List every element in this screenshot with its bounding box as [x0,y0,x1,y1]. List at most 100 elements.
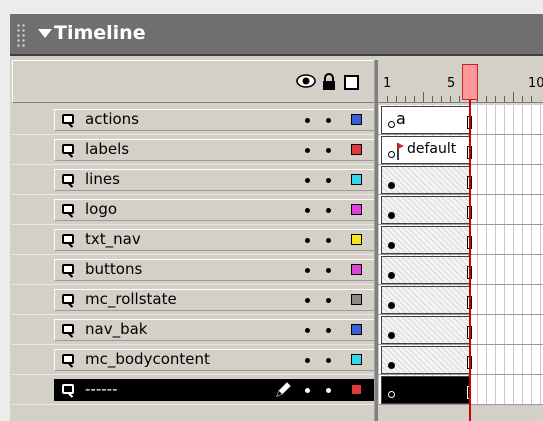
eye-icon[interactable] [296,71,316,91]
visibility-dot[interactable] [305,328,310,333]
ruler-label: 1 [383,76,392,91]
layer-name[interactable]: mc_bodycontent [85,350,210,368]
keyframe[interactable] [388,182,395,189]
layer-name[interactable]: labels [85,140,129,158]
lock-dot[interactable] [326,208,331,213]
visibility-dot[interactable] [305,298,310,303]
lock-dot[interactable] [326,298,331,303]
frame-span[interactable] [381,166,472,194]
lock-dot[interactable] [326,118,331,123]
frame-span[interactable] [381,256,472,284]
frame-span[interactable] [381,196,472,224]
outline-icon[interactable] [344,75,359,90]
keyframe[interactable] [388,272,395,279]
visibility-dot[interactable] [305,238,310,243]
keyframe[interactable] [388,242,395,249]
lock-dot[interactable] [326,238,331,243]
lock-dot[interactable] [326,148,331,153]
keyframe-empty[interactable] [388,391,395,398]
layer-name[interactable]: buttons [85,260,142,278]
frame-span[interactable] [381,226,472,254]
frame-row[interactable] [378,255,543,285]
lock-dot[interactable] [326,178,331,183]
collapse-arrow-icon[interactable] [38,29,52,38]
ruler-tick [522,96,523,102]
ruler-tick [396,96,397,102]
layer-row[interactable]: mc_rollstate [12,285,380,315]
outline-color-swatch[interactable] [351,114,362,125]
outline-color-swatch[interactable] [351,324,362,335]
frame-ruler[interactable]: 1 5 10 [378,60,543,103]
frame-row[interactable] [378,195,543,225]
layer-row[interactable]: mc_bodycontent [12,345,380,375]
visibility-dot[interactable] [305,268,310,273]
frame-row[interactable] [378,315,543,345]
timeline-panel: Timeline 1 5 10 actions labels lines log… [0,0,543,421]
frame-row[interactable] [378,225,543,255]
layer-icon [62,324,74,334]
ruler-tick [423,92,424,102]
visibility-dot[interactable] [305,388,310,393]
lock-dot[interactable] [326,388,331,393]
ruler-tick [495,96,496,102]
layer-name[interactable]: lines [85,170,120,188]
frame-span[interactable] [381,286,472,314]
outline-color-swatch[interactable] [351,294,362,305]
frame-row[interactable] [378,285,543,315]
outline-color-swatch[interactable] [351,234,362,245]
layer-row[interactable]: buttons [12,255,380,285]
layer-icon [62,354,74,364]
visibility-dot[interactable] [305,208,310,213]
panel-grip-icon[interactable] [16,23,26,47]
outline-color-swatch[interactable] [351,204,362,215]
frame-row[interactable] [378,375,543,405]
lock-dot[interactable] [326,328,331,333]
layer-name[interactable]: logo [85,200,117,218]
keyframe-empty[interactable] [388,151,395,158]
keyframe[interactable] [388,212,395,219]
keyframe[interactable] [388,302,395,309]
layer-row[interactable]: actions [12,105,380,135]
layer-name[interactable]: actions [85,110,139,128]
frame-row[interactable] [378,165,543,195]
layer-row[interactable]: lines [12,165,380,195]
layer-row[interactable]: txt_nav [12,225,380,255]
frame-span[interactable]: a [381,106,472,134]
outline-color-swatch[interactable] [351,354,362,365]
lock-dot[interactable] [326,268,331,273]
outline-color-swatch[interactable] [351,144,362,155]
layer-row[interactable]: labels [12,135,380,165]
layer-row[interactable]: logo [12,195,380,225]
outline-color-swatch[interactable] [351,264,362,275]
lock-icon[interactable] [322,73,336,91]
frame-span[interactable]: default [381,136,472,164]
lock-dot[interactable] [326,358,331,363]
layer-name[interactable]: mc_rollstate [85,290,177,308]
visibility-dot[interactable] [305,178,310,183]
layer-name[interactable]: ------ [85,380,117,398]
frame-label: default [407,141,457,157]
frame-span[interactable] [381,316,472,344]
playhead[interactable] [462,64,478,100]
frame-grid[interactable]: a default [378,105,543,405]
visibility-dot[interactable] [305,148,310,153]
frame-span[interactable] [381,376,472,404]
layer-name[interactable]: txt_nav [85,230,141,248]
pane-divider[interactable] [374,60,378,421]
frame-row[interactable]: default [378,135,543,165]
frame-row[interactable]: a [378,105,543,135]
keyframe-empty[interactable] [388,121,395,128]
layer-name[interactable]: nav_bak [85,320,147,338]
keyframe[interactable] [388,332,395,339]
frame-span[interactable] [381,346,472,374]
ruler-label: 5 [447,76,456,91]
visibility-dot[interactable] [305,358,310,363]
outline-color-swatch[interactable] [351,174,362,185]
timeline-titlebar[interactable]: Timeline [10,14,543,56]
layer-row[interactable]: ------ [12,375,380,405]
keyframe[interactable] [388,362,395,369]
layer-row[interactable]: nav_bak [12,315,380,345]
visibility-dot[interactable] [305,118,310,123]
frame-row[interactable] [378,345,543,375]
outline-color-swatch[interactable] [351,384,362,395]
